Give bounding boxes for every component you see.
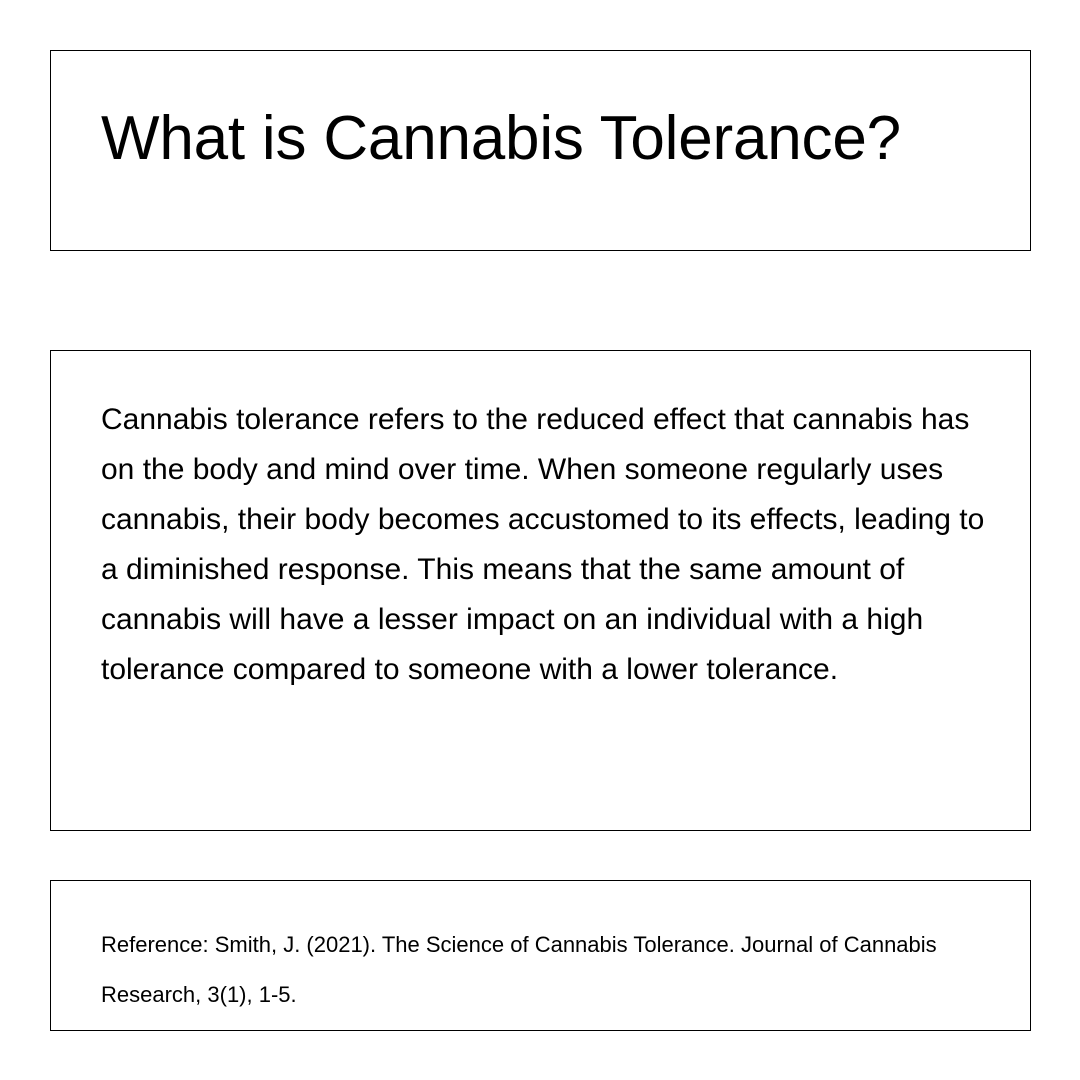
reference-citation: Reference: Smith, J. (2021). The Science… <box>101 932 937 1007</box>
definition-card: Cannabis tolerance refers to the reduced… <box>50 350 1031 831</box>
definition-paragraph: Cannabis tolerance refers to the reduced… <box>101 403 985 686</box>
reference-card: Reference: Smith, J. (2021). The Science… <box>50 880 1031 1031</box>
page-title: What is Cannabis Tolerance? <box>101 104 901 173</box>
title-card: What is Cannabis Tolerance? <box>50 50 1031 251</box>
